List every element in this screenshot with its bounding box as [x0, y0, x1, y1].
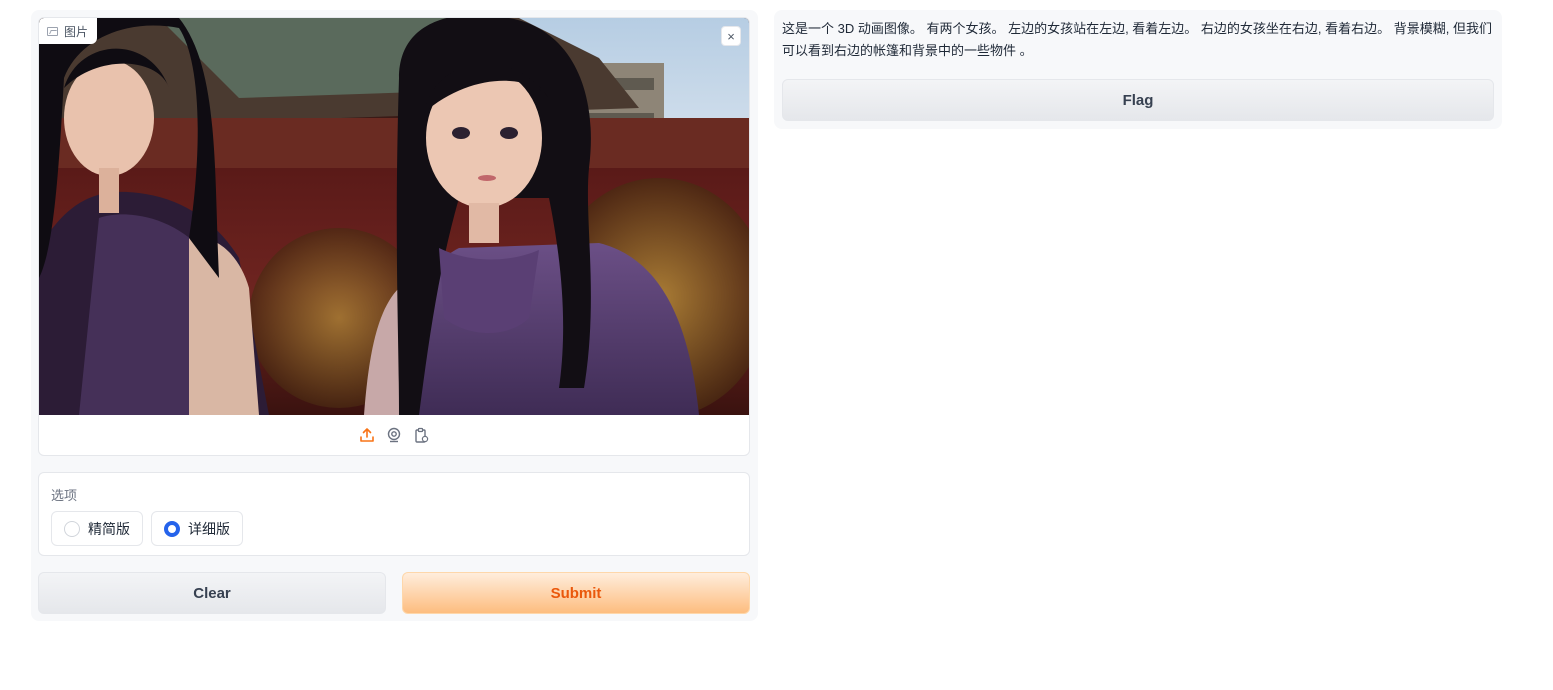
submit-button[interactable]: Submit: [402, 572, 750, 614]
image-source-toolbar: [39, 415, 749, 455]
radio-option-detailed[interactable]: 详细版: [151, 511, 243, 546]
image-icon: [47, 26, 58, 36]
image-label: 图片: [39, 18, 98, 44]
output-text: 这是一个 3D 动画图像。 有两个女孩。 左边的女孩站在左边, 看着左边。 右边…: [782, 21, 1492, 58]
webcam-icon[interactable]: [386, 427, 403, 444]
close-icon: ×: [727, 28, 735, 44]
radio-label: 精简版: [88, 520, 130, 537]
clipboard-icon[interactable]: [413, 427, 430, 444]
upload-icon[interactable]: [359, 427, 376, 444]
image-input[interactable]: 图片 ×: [38, 17, 750, 456]
uploaded-image: [39, 18, 749, 415]
clear-button[interactable]: Clear: [38, 572, 386, 614]
radio-label: 详细版: [188, 520, 230, 537]
radio-option-concise[interactable]: 精简版: [51, 511, 143, 546]
radio-circle: [64, 520, 80, 537]
close-button[interactable]: ×: [721, 26, 741, 46]
image-label-text: 图片: [64, 24, 89, 39]
options-label: 选项: [51, 488, 78, 503]
radio-circle-selected: [164, 520, 180, 537]
options-radio-group: 选项 精简版 详细版: [38, 472, 750, 556]
flag-button[interactable]: Flag: [782, 79, 1494, 121]
input-panel: 图片 × 选项 精简版 详细版 Clear Submit: [31, 10, 758, 621]
output-panel: 这是一个 3D 动画图像。 有两个女孩。 左边的女孩站在左边, 看着左边。 右边…: [774, 10, 1502, 129]
